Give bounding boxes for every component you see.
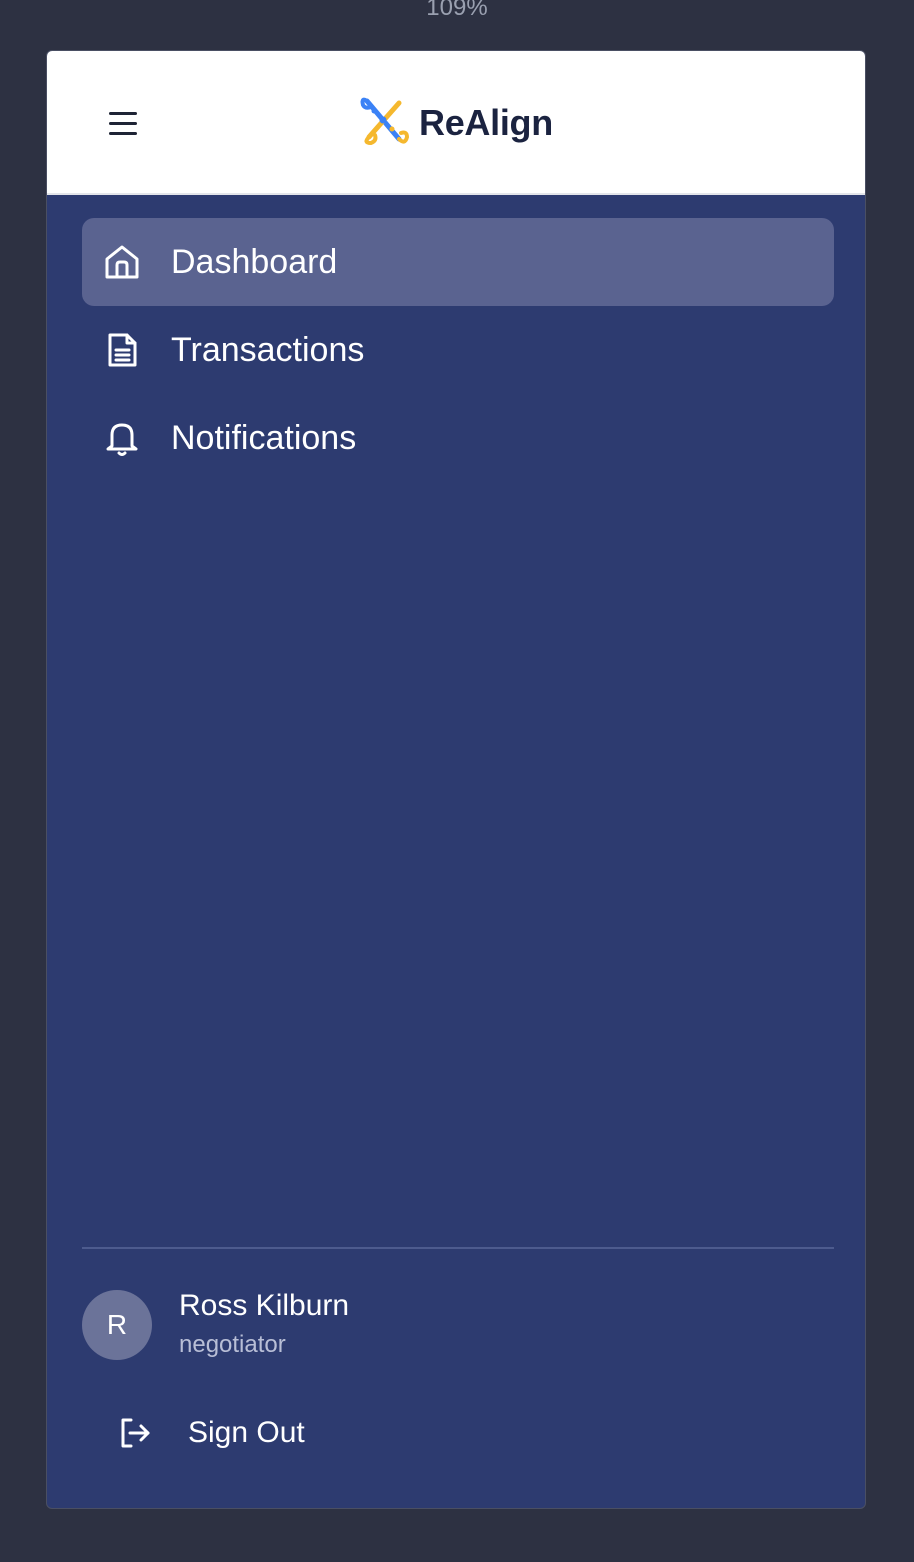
zoom-level: 109% <box>426 0 488 21</box>
sidebar-item-dashboard[interactable]: Dashboard <box>82 218 834 306</box>
hamburger-menu-icon[interactable] <box>109 107 141 139</box>
top-bar: ReAlign <box>47 51 865 195</box>
user-role: negotiator <box>179 1331 286 1358</box>
bell-icon <box>102 418 142 458</box>
brand-name: ReAlign <box>419 102 553 143</box>
user-profile[interactable]: R Ross Kilburn negotiator <box>82 1288 349 1362</box>
document-icon <box>102 330 142 370</box>
sidebar-item-label: Transactions <box>171 330 365 369</box>
sign-out-button[interactable]: Sign Out <box>117 1403 305 1463</box>
sidebar-nav: Dashboard Transactions Notifications <box>82 218 834 482</box>
app-window: ReAlign Dashboard Transactions Notificat… <box>47 51 865 1508</box>
avatar: R <box>82 1290 152 1360</box>
sign-out-label: Sign Out <box>188 1416 305 1449</box>
brand[interactable]: ReAlign <box>359 95 553 151</box>
divider <box>82 1247 834 1249</box>
sidebar-item-label: Notifications <box>171 418 357 457</box>
sidebar-item-transactions[interactable]: Transactions <box>82 306 834 394</box>
sign-out-icon <box>117 1415 153 1451</box>
home-icon <box>102 242 142 282</box>
user-name: Ross Kilburn <box>179 1289 350 1322</box>
sidebar-item-notifications[interactable]: Notifications <box>82 394 834 482</box>
sidebar-item-label: Dashboard <box>171 242 338 281</box>
realign-logo-icon <box>359 95 411 152</box>
